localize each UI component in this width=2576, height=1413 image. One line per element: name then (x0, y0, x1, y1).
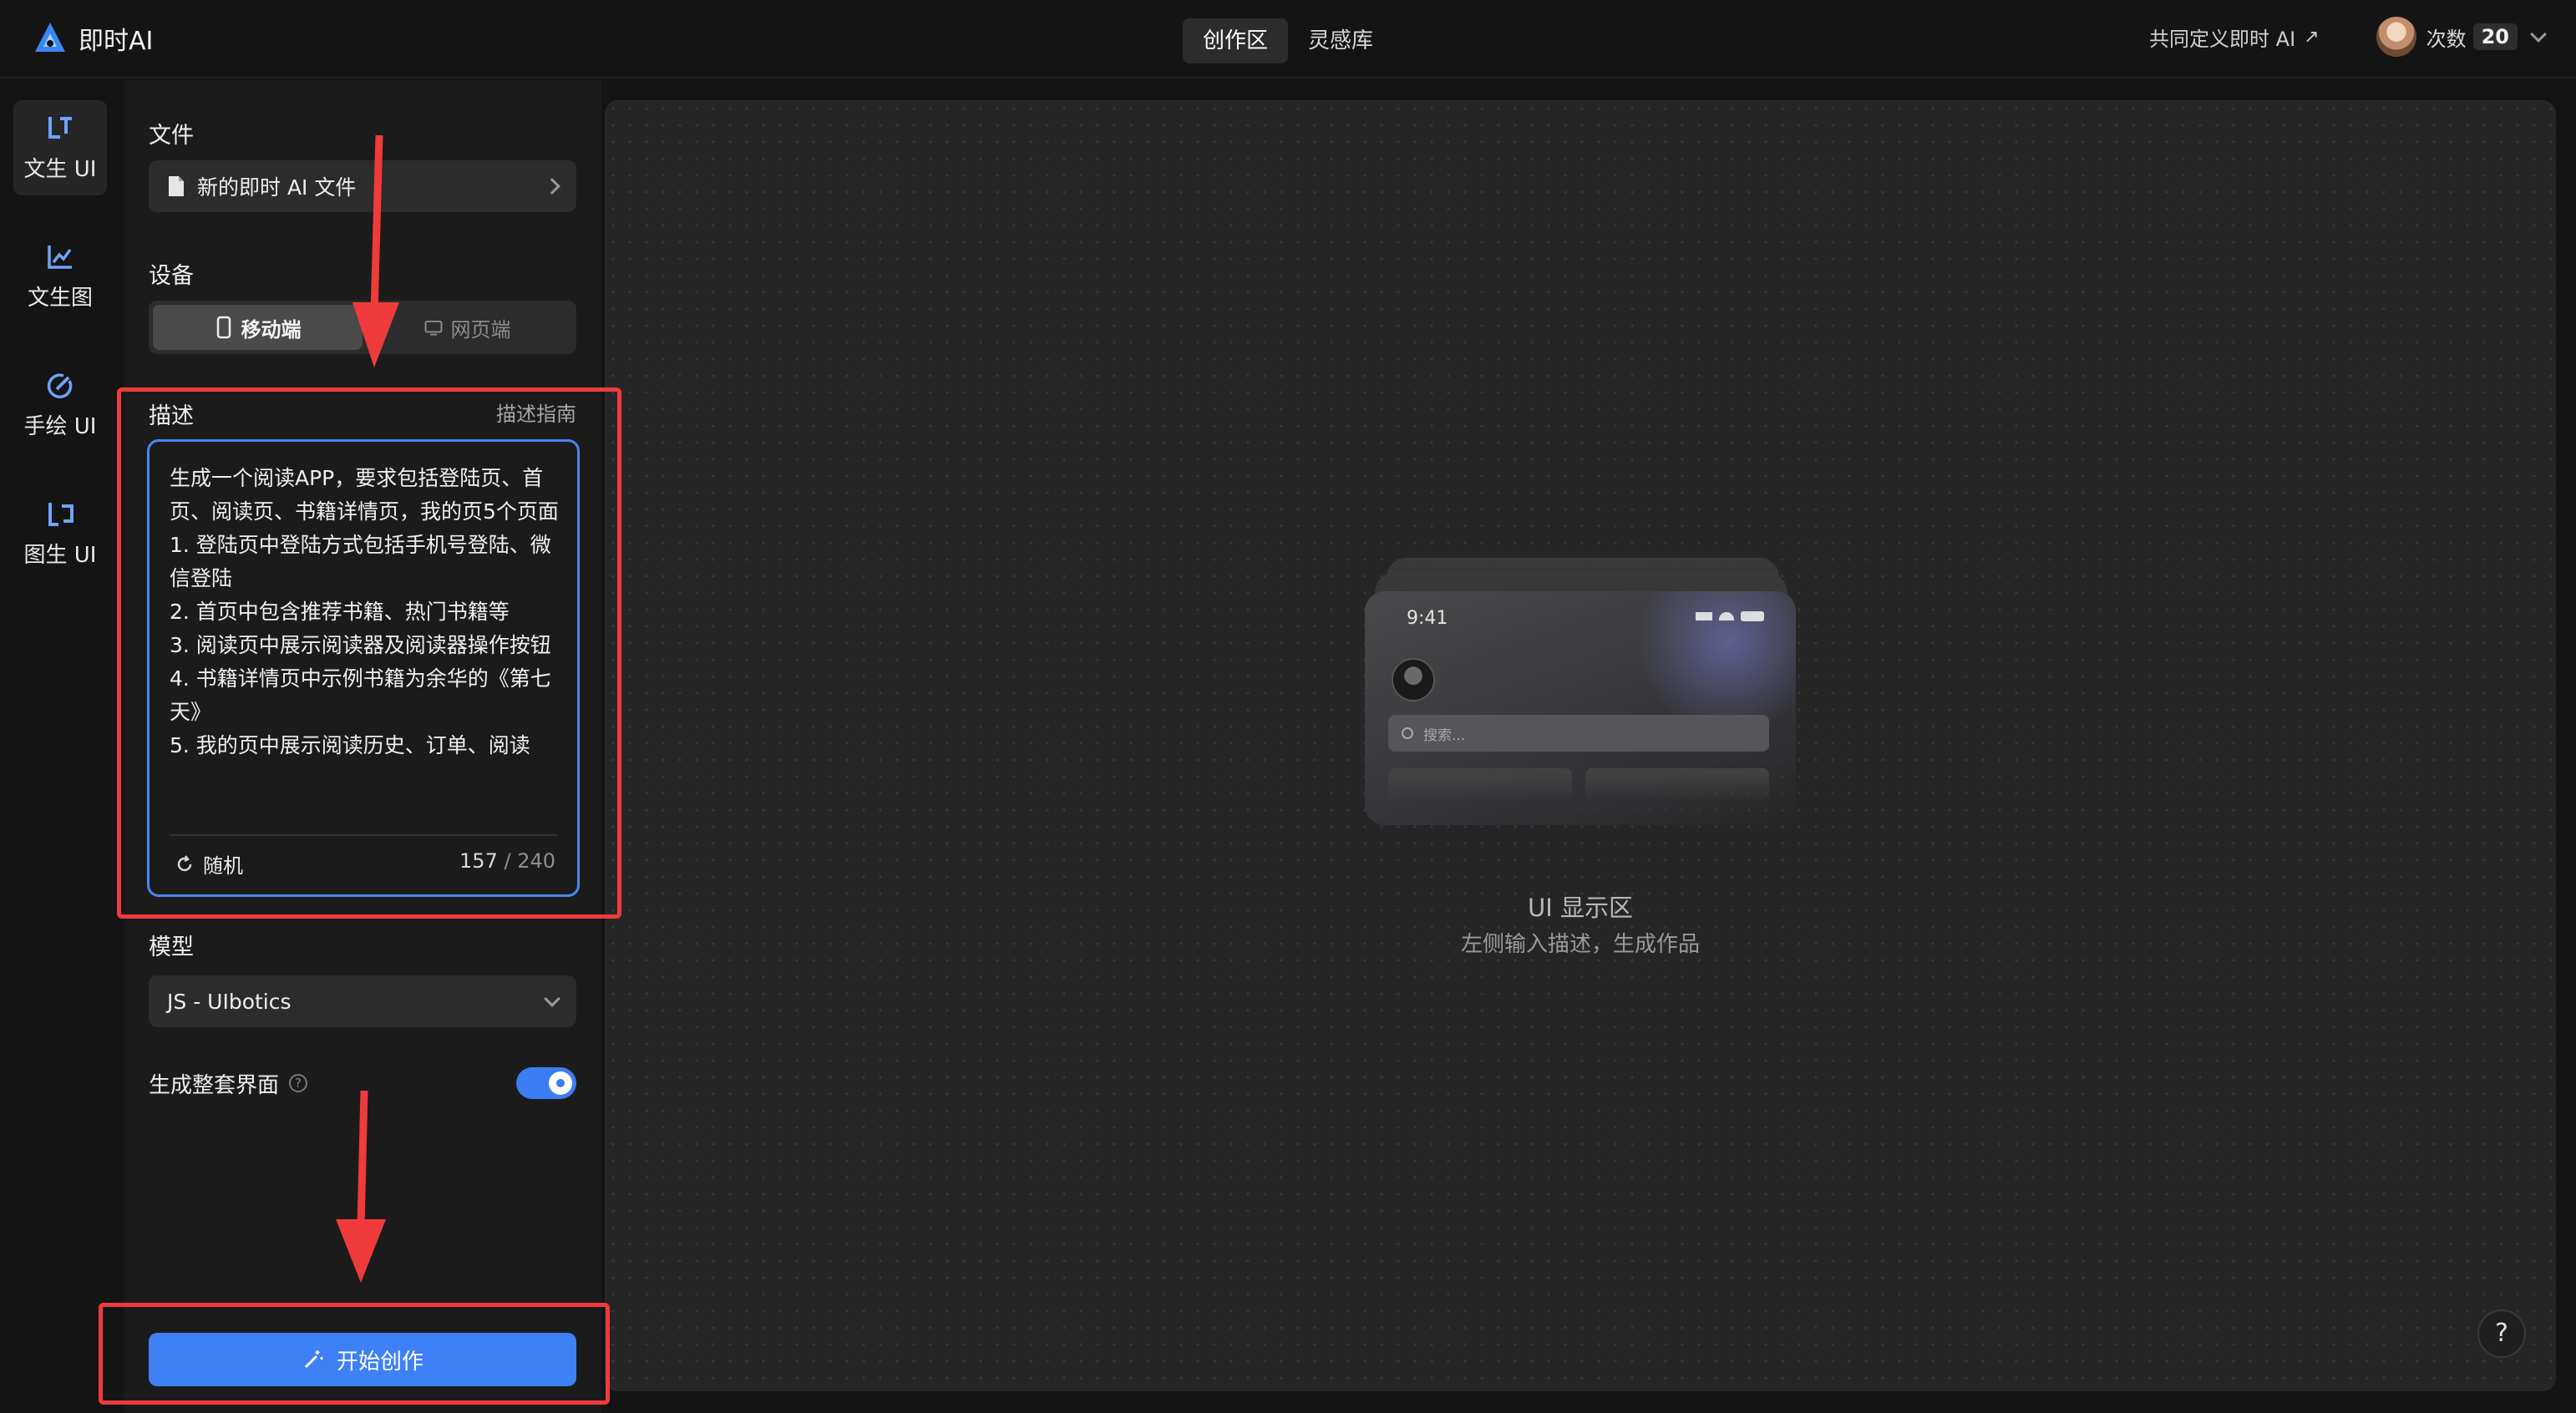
toggle-knob (549, 1071, 572, 1095)
ui-display-canvas: 9:41 搜索... UI 显示区 左侧输入描述，生成作品 ? (605, 100, 2556, 1391)
app-name: 即时AI (79, 27, 154, 56)
annotation-box-start (99, 1303, 610, 1405)
file-section-title: 文件 (149, 123, 194, 149)
canvas-subtitle: 左侧输入描述，生成作品 (1460, 932, 1700, 957)
help-icon[interactable]: ? (289, 1074, 308, 1092)
status-time: 9:41 (1407, 608, 1448, 629)
rail-item-sketch-to-ui[interactable]: 手绘 UI (13, 357, 107, 453)
device-section-title: 设备 (149, 263, 194, 289)
wifi-icon (1719, 612, 1734, 620)
status-icons (1689, 611, 1764, 621)
usage-count-badge: 20 (2472, 23, 2518, 50)
chart-icon (48, 246, 72, 269)
rail-item-text-to-image[interactable]: 文生图 (13, 229, 107, 324)
define-ai-link[interactable]: 共同定义即时 AI ↗ (2149, 23, 2320, 52)
mini-tiles (1388, 768, 1769, 802)
document-icon (169, 176, 184, 196)
full-set-label: 生成整套界面 (149, 1072, 280, 1098)
canvas-title: UI 显示区 (1528, 894, 1633, 922)
external-arrow-icon: ↗ (2304, 26, 2320, 48)
rail-label: 手绘 UI (23, 414, 97, 439)
chevron-down-icon (544, 990, 560, 1007)
search-icon (1402, 727, 1413, 739)
mobile-icon (216, 316, 231, 339)
device-mobile-option[interactable]: 移动端 (153, 305, 363, 350)
top-bar: 即时AI 创作区 灵感库 共同定义即时 AI ↗ 次数 20 (0, 0, 2576, 78)
placeholder-preview: 9:41 搜索... (1365, 558, 1801, 909)
phone-mockup-card: 9:41 搜索... (1365, 591, 1796, 825)
usage-count-label: 次数 (2426, 27, 2467, 51)
rail-label: 文生图 (27, 286, 93, 311)
monitor-icon (424, 320, 442, 336)
rail-item-text-to-ui[interactable]: 文生 UI (13, 100, 107, 195)
tab-inspiration[interactable]: 灵感库 (1288, 18, 1393, 63)
annotation-box-description (117, 387, 621, 919)
user-avatar[interactable] (2376, 17, 2416, 57)
signal-icon (1696, 612, 1712, 620)
image-ui-icon (48, 503, 74, 526)
header-right: 共同定义即时 AI ↗ 次数 20 (2149, 17, 2547, 57)
mini-search-placeholder: 搜索... (1423, 727, 1466, 744)
help-button[interactable]: ? (2477, 1309, 2526, 1358)
device-web-label: 网页端 (450, 317, 511, 342)
annotation-arrow-down (336, 1090, 386, 1283)
annotation-arrow-down (352, 134, 399, 367)
chevron-right-icon (544, 178, 560, 195)
account-chevron-down-icon[interactable] (2530, 26, 2547, 43)
model-value: JS - UIbotics (167, 989, 292, 1014)
top-nav: 创作区 灵感库 (1183, 18, 1393, 63)
mode-rail: 文生 UI 文生图 手绘 UI 图生 UI (0, 80, 122, 1413)
model-select[interactable]: JS - UIbotics (149, 975, 576, 1027)
battery-icon (1741, 611, 1764, 621)
app-logo[interactable]: 即时AI (32, 20, 153, 57)
rail-label: 文生 UI (23, 157, 97, 182)
mini-search-bar: 搜索... (1388, 715, 1769, 752)
device-mobile-label: 移动端 (241, 317, 302, 342)
define-ai-label: 共同定义即时 AI (2149, 27, 2296, 51)
pen-icon (47, 373, 73, 398)
rail-label: 图生 UI (23, 543, 97, 568)
text-ui-icon (48, 117, 72, 139)
model-section-title: 模型 (149, 934, 194, 960)
logo-icon (35, 23, 65, 52)
tab-creation[interactable]: 创作区 (1183, 18, 1289, 63)
mini-avatar (1392, 658, 1435, 701)
full-set-toggle[interactable] (516, 1067, 576, 1099)
rail-item-image-to-ui[interactable]: 图生 UI (13, 486, 107, 581)
